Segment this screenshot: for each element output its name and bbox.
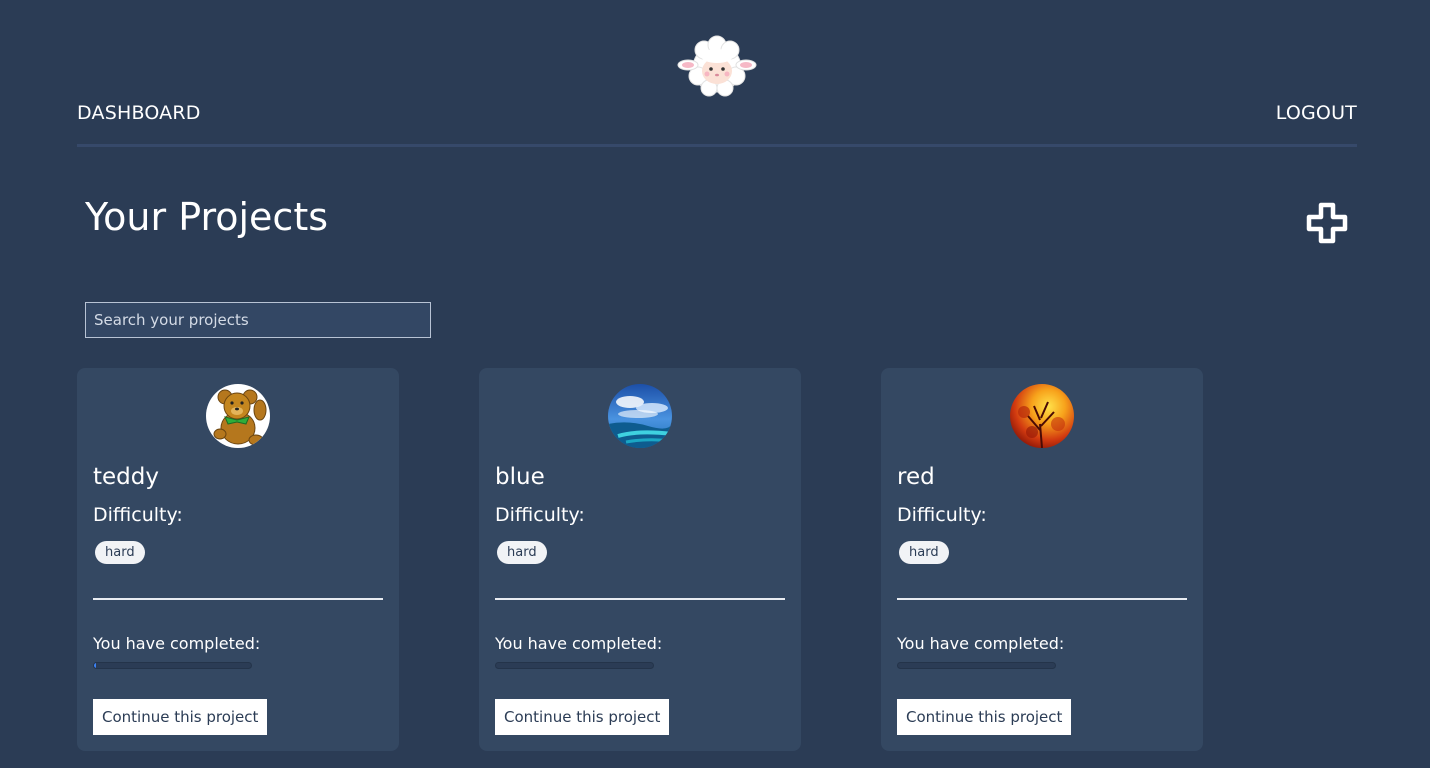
- nav-logout-link[interactable]: LOGOUT: [1276, 102, 1357, 124]
- page-title: Your Projects: [85, 195, 329, 239]
- continue-project-button[interactable]: Continue this project: [897, 699, 1072, 735]
- progress-fill: [94, 663, 96, 668]
- completed-label: You have completed:: [897, 634, 1065, 653]
- project-card-red: red Difficulty: hard You have completed:…: [881, 368, 1203, 751]
- difficulty-badge: hard: [497, 541, 547, 564]
- red-autumn-tree-image: [1010, 384, 1074, 448]
- card-divider: [897, 598, 1187, 600]
- difficulty-badge: hard: [95, 541, 145, 564]
- add-project-button[interactable]: [1306, 202, 1348, 244]
- card-divider: [495, 598, 785, 600]
- project-name: teddy: [93, 464, 159, 490]
- blue-ocean-image: [608, 384, 672, 448]
- project-name: red: [897, 464, 935, 490]
- continue-project-button[interactable]: Continue this project: [93, 699, 268, 735]
- nav-dashboard-link[interactable]: DASHBOARD: [77, 102, 201, 124]
- progress-bar: [495, 662, 654, 669]
- sheep-logo-icon: [676, 34, 758, 98]
- difficulty-label: Difficulty:: [897, 504, 987, 526]
- difficulty-badge: hard: [899, 541, 949, 564]
- difficulty-label: Difficulty:: [93, 504, 183, 526]
- difficulty-label: Difficulty:: [495, 504, 585, 526]
- project-card-blue: blue Difficulty: hard You have completed…: [479, 368, 801, 751]
- completed-label: You have completed:: [495, 634, 663, 653]
- plus-icon: [1306, 202, 1348, 244]
- project-name: blue: [495, 464, 545, 490]
- progress-bar: [897, 662, 1056, 669]
- progress-bar: [93, 662, 252, 669]
- nav-divider: [77, 144, 1357, 147]
- completed-label: You have completed:: [93, 634, 261, 653]
- search-input[interactable]: [85, 302, 431, 338]
- card-divider: [93, 598, 383, 600]
- continue-project-button[interactable]: Continue this project: [495, 699, 670, 735]
- project-card-teddy: teddy Difficulty: hard You have complete…: [77, 368, 399, 751]
- teddy-bear-image: [206, 384, 270, 448]
